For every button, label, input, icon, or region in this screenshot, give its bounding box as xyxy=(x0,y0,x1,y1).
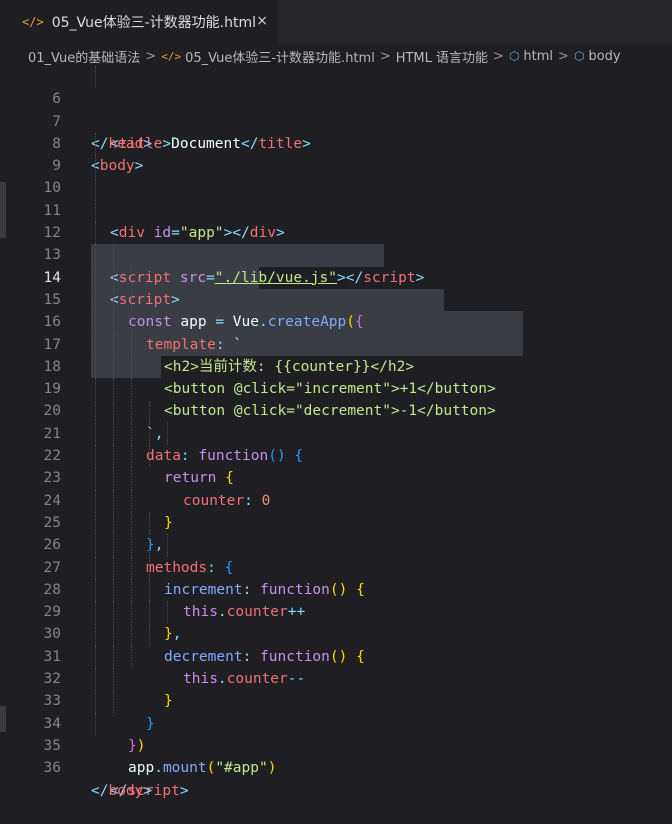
code-line: 17 <button @click="increment">+1</button… xyxy=(0,311,672,397)
code-line: 13 <script> xyxy=(0,222,672,308)
code-line: 10 <div id="app"></div> xyxy=(0,155,672,241)
breadcrumb-file[interactable]: 05_Vue体验三-计数器功能.html xyxy=(185,47,375,66)
code-token: ( xyxy=(206,760,216,777)
code-line: 15 template: ` xyxy=(0,266,672,353)
code-line: 8 <body> xyxy=(0,111,672,174)
breadcrumb: 01_Vue的基础语法 > </> 05_Vue体验三-计数器功能.html >… xyxy=(0,44,672,68)
code-line: 27 this.counter++ xyxy=(0,534,672,620)
code-line: 25 methods: { xyxy=(0,489,672,576)
code-token: "#app" xyxy=(215,760,268,777)
code-token: body xyxy=(108,782,144,799)
close-icon[interactable]: × xyxy=(256,13,268,29)
code-line: 7 </head> xyxy=(0,88,672,152)
editor-tab[interactable]: </> 05_Vue体验三-计数器功能.html × xyxy=(0,0,278,44)
line-number: 36 xyxy=(43,760,61,777)
breadcrumb-body[interactable]: body xyxy=(588,49,620,64)
code-token: ) xyxy=(267,760,277,777)
breadcrumb-folder[interactable]: 01_Vue的基础语法 xyxy=(28,47,140,66)
code-token: . xyxy=(154,760,163,777)
cube-icon: ⬡ xyxy=(573,49,585,63)
code-line: 35 </script> xyxy=(0,712,672,799)
code-line: 30 this.counter-- xyxy=(0,601,672,687)
code-line: 23 } xyxy=(0,445,672,531)
code-line: 32 } xyxy=(0,645,672,732)
code-token: > xyxy=(179,782,189,799)
code-token: </ xyxy=(91,782,109,799)
breadcrumb-html[interactable]: html xyxy=(523,49,553,64)
code-line: 18 <button @click="decrement">-1</button… xyxy=(0,333,672,419)
code-line: 28 }, xyxy=(0,556,672,642)
code-editor[interactable]: 6 <title>Document</title> 7 </head> 8 <b… xyxy=(0,66,672,799)
chevron-right-icon: > xyxy=(558,48,569,64)
code-line: 11 xyxy=(0,177,672,219)
code-line: 16 <h2>当前计数: {{counter}}</h2> xyxy=(0,289,672,375)
code-line: 31 } xyxy=(0,623,672,709)
code-line: 34 app.mount("#app") xyxy=(0,690,672,776)
code-token: mount xyxy=(162,760,207,777)
tab-title: 05_Vue体验三-计数器功能.html xyxy=(51,15,257,31)
html-file-icon: </> xyxy=(161,49,182,63)
breadcrumb-language-feature[interactable]: HTML 语言功能 xyxy=(396,47,488,66)
code-line: 6 <title>Document</title> xyxy=(0,66,672,152)
code-line: 33 }) xyxy=(0,668,672,754)
cube-icon: ⬡ xyxy=(508,49,520,63)
code-line: 24 }, xyxy=(0,467,672,553)
code-token: > xyxy=(143,782,153,799)
chevron-right-icon: > xyxy=(493,48,504,64)
html-file-icon: </> xyxy=(22,15,44,29)
code-line: 29 decrement: function() { xyxy=(0,578,672,665)
code-line: 22 counter: 0 xyxy=(0,422,672,509)
code-line: 19 `, xyxy=(0,355,672,442)
code-line: 9 xyxy=(0,132,672,174)
code-token: app xyxy=(128,760,155,777)
tab-bar: </> 05_Vue体验三-计数器功能.html × xyxy=(0,0,672,44)
code-line: 21 return { xyxy=(0,400,672,486)
code-line: 20 data: function() { xyxy=(0,378,672,464)
chevron-right-icon: > xyxy=(379,48,391,64)
chevron-right-icon: > xyxy=(145,48,157,64)
code-line-active: 14 const app = Vue.createApp({ xyxy=(0,244,672,330)
code-line: 36 </body> xyxy=(0,735,672,798)
code-line: 12 <script src="./lib/vue.js"></script> xyxy=(0,199,672,286)
code-line: 26 increment: function() { xyxy=(0,512,672,598)
